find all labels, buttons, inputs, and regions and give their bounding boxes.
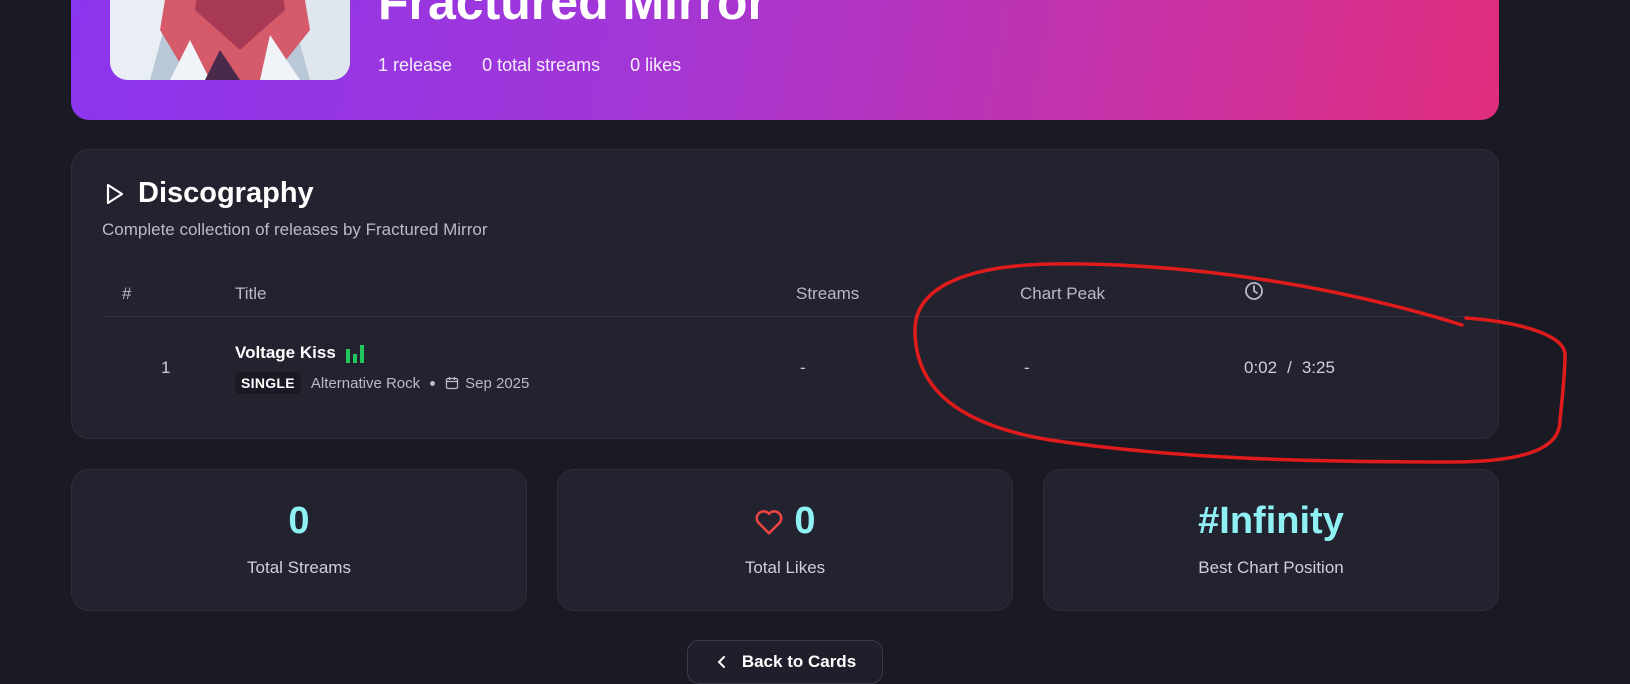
back-to-cards-label: Back to Cards: [741, 652, 857, 671]
artist-avatar: [110, 0, 350, 80]
release-type-badge: SINGLE: [235, 372, 301, 394]
track-title-wrap[interactable]: Voltage Kiss: [235, 343, 364, 363]
table-header-divider: [102, 316, 1468, 317]
track-duration: 0:02 / 3:25: [1244, 358, 1335, 378]
release-date-text: Sep 2025: [465, 374, 530, 392]
total-streams-number: 0: [288, 500, 310, 542]
artist-stats: 1 release 0 total streams 0 likes: [378, 55, 681, 76]
column-title: Title: [235, 284, 267, 303]
total-streams-value: 0: [72, 500, 526, 543]
playback-position: 0:02: [1244, 358, 1278, 377]
meta-separator-dot: [430, 380, 436, 386]
column-chart-peak: Chart Peak: [1020, 284, 1106, 303]
release-date: Sep 2025: [445, 375, 529, 392]
track-streams: -: [800, 358, 806, 377]
best-chart-card: #Infinity Best Chart Position: [1043, 469, 1499, 611]
total-likes-card: 0 Total Likes: [557, 469, 1013, 611]
track-title[interactable]: Voltage Kiss: [235, 343, 336, 363]
track-chart-peak: -: [1024, 358, 1030, 377]
track-meta: SINGLE Alternative Rock Sep 2025: [235, 372, 529, 394]
artist-name: Fractured Mirror: [378, 0, 767, 30]
discography-subtitle: Complete collection of releases by Fract…: [102, 220, 488, 239]
back-to-cards-button[interactable]: Back to Cards: [687, 640, 883, 684]
total-likes-value: 0: [558, 500, 1012, 543]
artist-portrait-image: [110, 0, 350, 80]
artist-header: Fractured Mirror 1 release 0 total strea…: [71, 0, 1499, 120]
clock-icon: [1245, 282, 1263, 300]
discography-title: Discography: [138, 177, 314, 209]
track-number: 1: [161, 358, 171, 377]
discography-heading: Discography: [102, 177, 314, 210]
now-playing-icon: [345, 343, 364, 363]
total-streams-label: Total Streams: [247, 558, 351, 577]
duration-separator: /: [1287, 358, 1292, 377]
total-likes-label: Total Likes: [744, 558, 826, 577]
track-genre: Alternative Rock: [310, 374, 421, 392]
discography-card: Discography Complete collection of relea…: [71, 149, 1499, 439]
column-number: #: [122, 284, 132, 303]
column-duration: [1244, 281, 1264, 306]
best-chart-value: #Infinity: [1044, 500, 1498, 543]
total-streams-count: 0 total streams: [482, 55, 601, 75]
release-count: 1 release: [378, 55, 453, 75]
heart-icon[interactable]: [754, 508, 784, 536]
total-likes-number: 0: [794, 500, 816, 542]
arrow-left-icon: [717, 656, 725, 668]
best-chart-label: Best Chart Position: [1198, 558, 1344, 577]
best-chart-number: #Infinity: [1198, 500, 1344, 542]
column-streams: Streams: [796, 284, 860, 303]
likes-count: 0 likes: [630, 55, 682, 75]
play-icon: [106, 183, 124, 204]
total-streams-card: 0 Total Streams: [71, 469, 527, 611]
track-length: 3:25: [1301, 358, 1335, 377]
calendar-icon: [445, 377, 459, 390]
